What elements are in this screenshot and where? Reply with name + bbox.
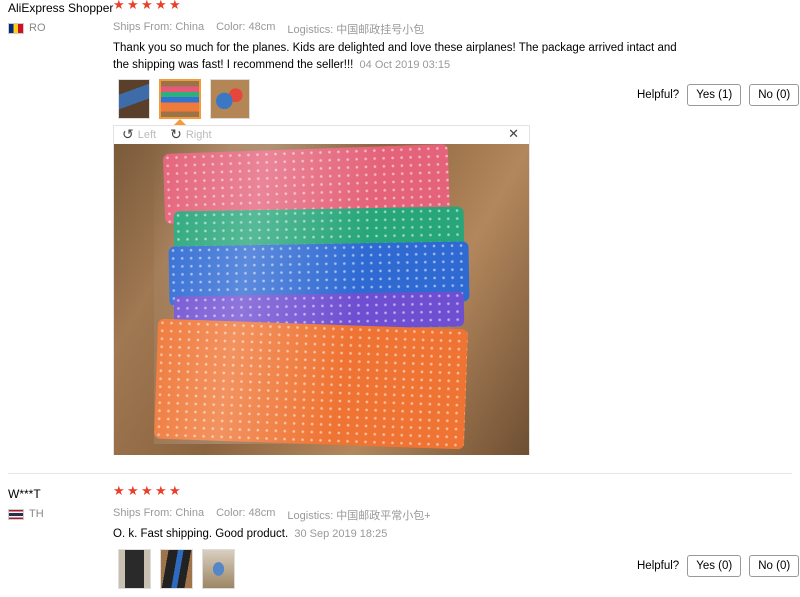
ships-from: Ships From: China [113, 21, 205, 33]
helpful-controls: Helpful? Yes (0) No (0) [637, 555, 800, 577]
review-meta: Ships From: China Color: 48cm Logistics:… [113, 507, 431, 523]
reviewer-country: RO [8, 22, 46, 34]
ships-from: Ships From: China [113, 507, 205, 519]
rotate-right-icon: ↻ [170, 127, 182, 143]
star-icon: ★ [155, 0, 167, 13]
review-thumbnails [118, 549, 235, 589]
review-date: 30 Sep 2019 18:25 [294, 528, 388, 540]
rotate-left-button[interactable]: ↺ Left [122, 128, 156, 142]
review-photo-thumbnail[interactable] [118, 79, 150, 119]
close-icon[interactable]: ✕ [508, 127, 519, 142]
review-item: W***T TH ★ ★ ★ ★ ★ Ships From: China Col… [0, 472, 800, 597]
color-option: Color: 48cm [216, 21, 276, 33]
helpful-label: Helpful? [637, 560, 680, 572]
star-icon: ★ [127, 0, 139, 13]
reviewer-name: AliExpress Shopper [8, 1, 114, 15]
helpful-no-button[interactable]: No (0) [749, 555, 800, 577]
review-meta: Ships From: China Color: 48cm Logistics:… [113, 21, 424, 37]
star-icon: ★ [141, 0, 153, 13]
review-text: O. k. Fast shipping. Good product. 30 Se… [113, 526, 693, 543]
helpful-no-button[interactable]: No (0) [749, 84, 800, 106]
photo-viewer: ↺ Left ↻ Right ✕ [113, 125, 530, 455]
star-icon: ★ [113, 0, 125, 13]
star-icon: ★ [155, 484, 167, 499]
rotate-left-icon: ↺ [122, 127, 134, 143]
helpful-label: Helpful? [637, 89, 680, 101]
review-photo-thumbnail[interactable] [118, 549, 151, 589]
review-photo-thumbnail[interactable] [160, 549, 193, 589]
logistics: Logistics: 中国邮政平常小包+ [287, 510, 431, 522]
review-photo-large [114, 144, 529, 455]
review-date: 04 Oct 2019 03:15 [359, 59, 451, 71]
rating-stars: ★ ★ ★ ★ ★ [113, 484, 181, 499]
review-photo-thumbnail[interactable] [210, 79, 250, 119]
rotate-right-label: Right [185, 129, 212, 141]
plastic-wrap-glare [154, 144, 484, 444]
rotate-right-button[interactable]: ↻ Right [170, 128, 211, 142]
logistics: Logistics: 中国邮政挂号小包 [287, 24, 425, 36]
review-photo-thumbnail-selected[interactable] [159, 79, 201, 119]
helpful-yes-button[interactable]: Yes (1) [687, 84, 742, 106]
review-body: O. k. Fast shipping. Good product. [113, 528, 289, 540]
star-icon: ★ [169, 0, 181, 13]
review-thumbnails [118, 79, 250, 119]
rating-stars: ★ ★ ★ ★ ★ [113, 0, 181, 12]
viewer-toolbar: ↺ Left ↻ Right ✕ [114, 126, 529, 144]
flag-icon [8, 508, 24, 520]
flag-icon [8, 22, 24, 34]
helpful-yes-button[interactable]: Yes (0) [687, 555, 742, 577]
rotate-left-label: Left [137, 129, 157, 141]
color-option: Color: 48cm [216, 507, 276, 519]
star-icon: ★ [141, 484, 153, 499]
country-code: TH [29, 508, 44, 520]
star-icon: ★ [127, 484, 139, 499]
star-icon: ★ [169, 484, 181, 499]
reviewer-name: W***T [8, 487, 41, 501]
review-text: Thank you so much for the planes. Kids a… [113, 40, 693, 74]
reviewer-country: TH [8, 508, 44, 520]
country-code: RO [29, 22, 46, 34]
star-icon: ★ [113, 484, 125, 499]
review-photo-thumbnail[interactable] [202, 549, 235, 589]
review-item: AliExpress Shopper RO ★ ★ ★ ★ ★ Ships Fr… [0, 0, 800, 470]
helpful-controls: Helpful? Yes (1) No (0) [637, 84, 800, 106]
